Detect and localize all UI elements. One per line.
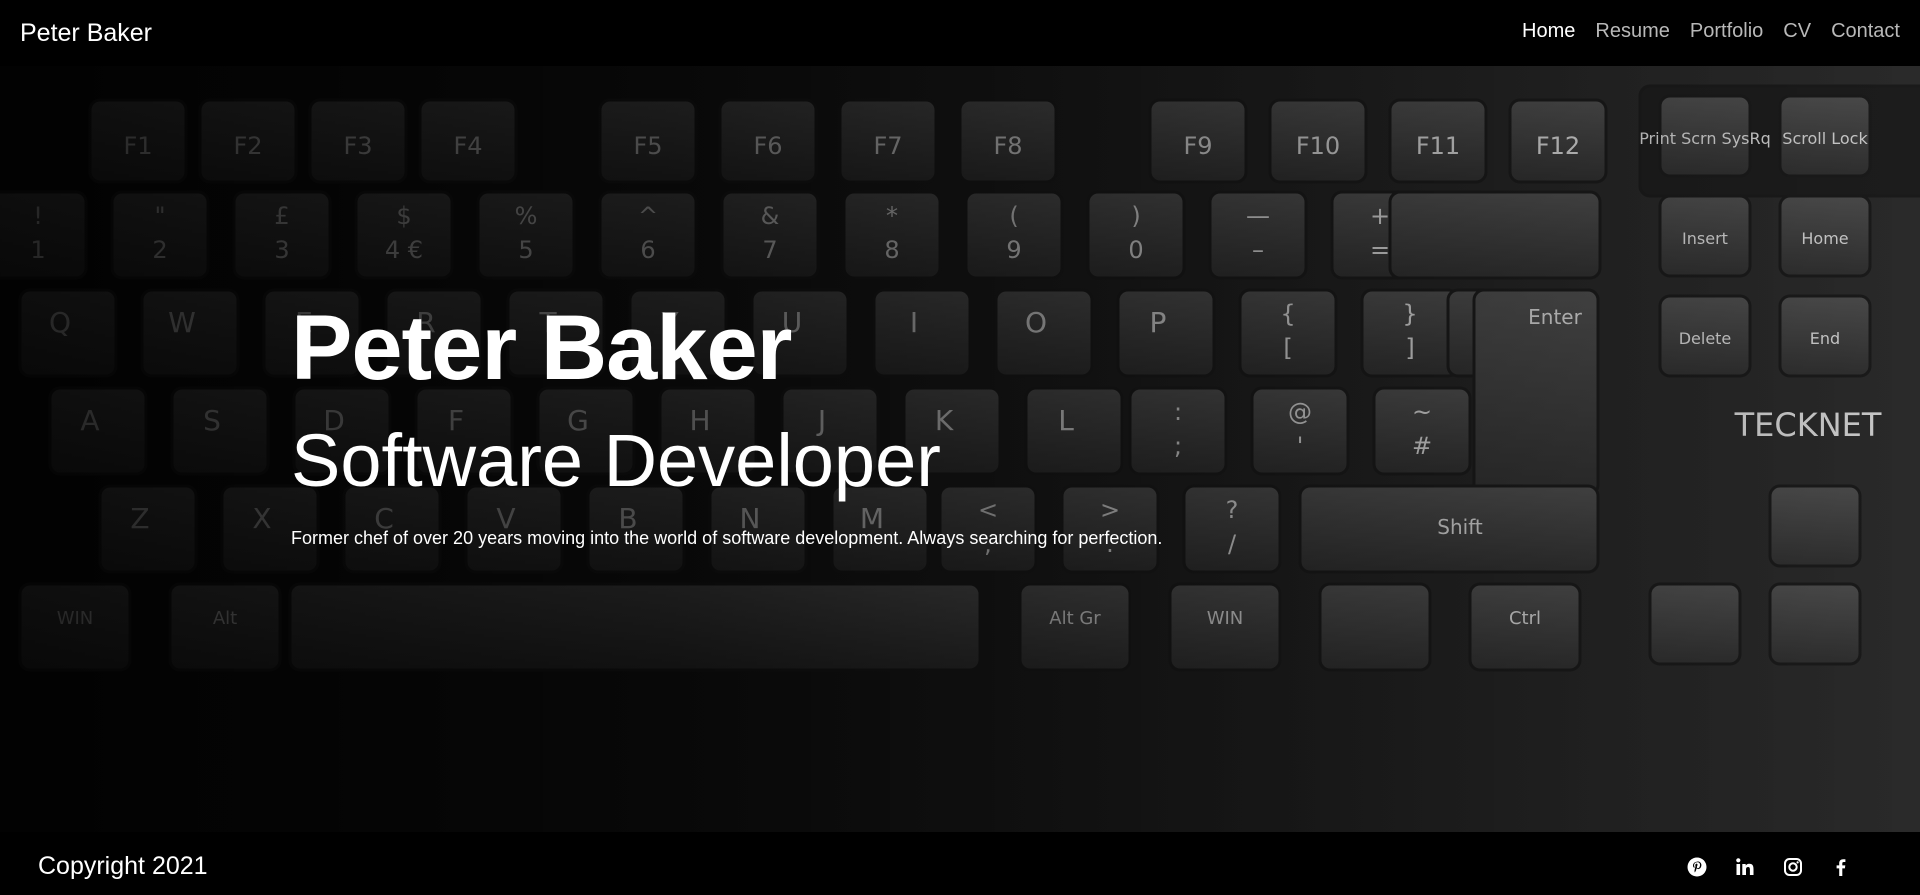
modifier-key-label: Alt Gr bbox=[1049, 608, 1101, 629]
keyboard-brand-label: TECKNET bbox=[1734, 406, 1882, 444]
number-key-bottom-label: 8 bbox=[884, 236, 899, 264]
top-navbar: Peter Baker Home Resume Portfolio CV Con… bbox=[0, 0, 1920, 66]
modifier-key-label: Alt bbox=[213, 608, 237, 629]
number-key-top-label: & bbox=[761, 202, 780, 230]
hero-content: Peter Baker Software Developer Former ch… bbox=[291, 302, 1491, 550]
number-key-top-label: $ bbox=[396, 202, 411, 230]
number-key-bottom-label: 9 bbox=[1006, 236, 1021, 264]
fn-key-label: F3 bbox=[343, 132, 372, 160]
number-key bbox=[0, 190, 88, 280]
number-key-top-label: ( bbox=[1009, 202, 1018, 230]
nav-key-label: Delete bbox=[1679, 329, 1732, 348]
number-key-top-label: " bbox=[154, 202, 165, 230]
hero-name: Peter Baker bbox=[291, 297, 792, 399]
nav-home[interactable]: Home bbox=[1522, 20, 1575, 43]
footer: Copyright 2021 bbox=[0, 832, 1920, 895]
hero-role: Software Developer bbox=[291, 419, 941, 502]
number-key-top-label: % bbox=[515, 202, 538, 230]
number-key-bottom-label: 3 bbox=[274, 236, 289, 264]
arrow-left-key bbox=[1648, 582, 1742, 666]
brand-link[interactable]: Peter Baker bbox=[20, 19, 152, 48]
fn-key-label: F10 bbox=[1296, 132, 1340, 160]
nav-key-label: Scroll Lock bbox=[1782, 129, 1868, 148]
fn-key-label: F11 bbox=[1416, 132, 1460, 160]
arrow-up-key bbox=[1768, 484, 1862, 568]
space-key bbox=[288, 582, 982, 672]
modifier-key-label: WIN bbox=[57, 608, 94, 629]
fn-key-label: F6 bbox=[753, 132, 782, 160]
hero-tagline: Former chef of over 20 years moving into… bbox=[291, 528, 1163, 548]
enter-key-label: Enter bbox=[1528, 305, 1582, 329]
nav-portfolio[interactable]: Portfolio bbox=[1690, 20, 1763, 43]
number-key-bottom-label: 0 bbox=[1128, 236, 1143, 264]
number-key-top-label: £ bbox=[274, 202, 289, 230]
copyright-text: Copyright 2021 bbox=[38, 852, 208, 880]
fn-key-label: F7 bbox=[873, 132, 902, 160]
number-key-bottom-label: 4 € bbox=[385, 236, 423, 264]
number-key-bottom-label: 7 bbox=[762, 236, 777, 264]
number-key-bottom-label: 5 bbox=[518, 236, 533, 264]
number-key-top-label: ) bbox=[1131, 202, 1140, 230]
arrow-down-key bbox=[1768, 582, 1862, 666]
number-key-bottom-label: 1 bbox=[30, 236, 45, 264]
pinterest-icon[interactable] bbox=[1684, 854, 1710, 880]
fn-key-label: F9 bbox=[1183, 132, 1212, 160]
number-key-top-label: ^ bbox=[638, 202, 658, 230]
nav-key-label: Insert bbox=[1682, 229, 1728, 248]
nav-key-label: Home bbox=[1801, 229, 1848, 248]
main-nav: Home Resume Portfolio CV Contact bbox=[1522, 20, 1900, 43]
number-key-bottom-label: – bbox=[1252, 236, 1264, 264]
number-key-top-label: ! bbox=[33, 202, 43, 230]
linkedin-icon[interactable] bbox=[1732, 854, 1758, 880]
nav-contact[interactable]: Contact bbox=[1831, 20, 1900, 43]
modifier-key-label: WIN bbox=[1207, 608, 1244, 629]
nav-key-label: End bbox=[1810, 329, 1840, 348]
letter-key-label: Z bbox=[130, 502, 149, 535]
letter-key-label: W bbox=[168, 306, 196, 339]
backspace-key bbox=[1388, 190, 1602, 280]
page: Peter Baker Home Resume Portfolio CV Con… bbox=[0, 0, 1920, 895]
fn-key-label: F4 bbox=[453, 132, 482, 160]
number-key-top-label: + bbox=[1370, 202, 1390, 230]
modifier-key-label: Ctrl bbox=[1509, 608, 1541, 629]
fn-key-label: F5 bbox=[633, 132, 662, 160]
number-key-top-label: — bbox=[1246, 202, 1270, 230]
number-key-top-label: * bbox=[886, 202, 898, 230]
number-key-bottom-label: = bbox=[1370, 236, 1390, 264]
nav-cv[interactable]: CV bbox=[1783, 20, 1811, 43]
number-key-bottom-label: 2 bbox=[152, 236, 167, 264]
fn-key-label: F1 bbox=[123, 132, 152, 160]
letter-key-label: S bbox=[203, 404, 221, 437]
nav-key-label: Print Scrn SysRq bbox=[1639, 129, 1771, 148]
fn-key-label: F12 bbox=[1536, 132, 1580, 160]
nav-resume[interactable]: Resume bbox=[1595, 20, 1669, 43]
letter-key-label: X bbox=[252, 502, 271, 535]
hero-section: F1 F2 F3 F4 F5 F6 F7 F8 F9 F10 F11 F12! 1 " 2 £3 $4 €% 5 ^… bbox=[0, 66, 1920, 832]
facebook-icon[interactable] bbox=[1828, 854, 1854, 880]
menu-key bbox=[1318, 582, 1432, 672]
letter-key-label: A bbox=[80, 404, 99, 437]
fn-key-label: F8 bbox=[993, 132, 1022, 160]
letter-key-label: Q bbox=[49, 306, 71, 339]
number-key-bottom-label: 6 bbox=[640, 236, 655, 264]
fn-key-label: F2 bbox=[233, 132, 262, 160]
instagram-icon[interactable] bbox=[1780, 854, 1806, 880]
social-links bbox=[1684, 854, 1854, 880]
